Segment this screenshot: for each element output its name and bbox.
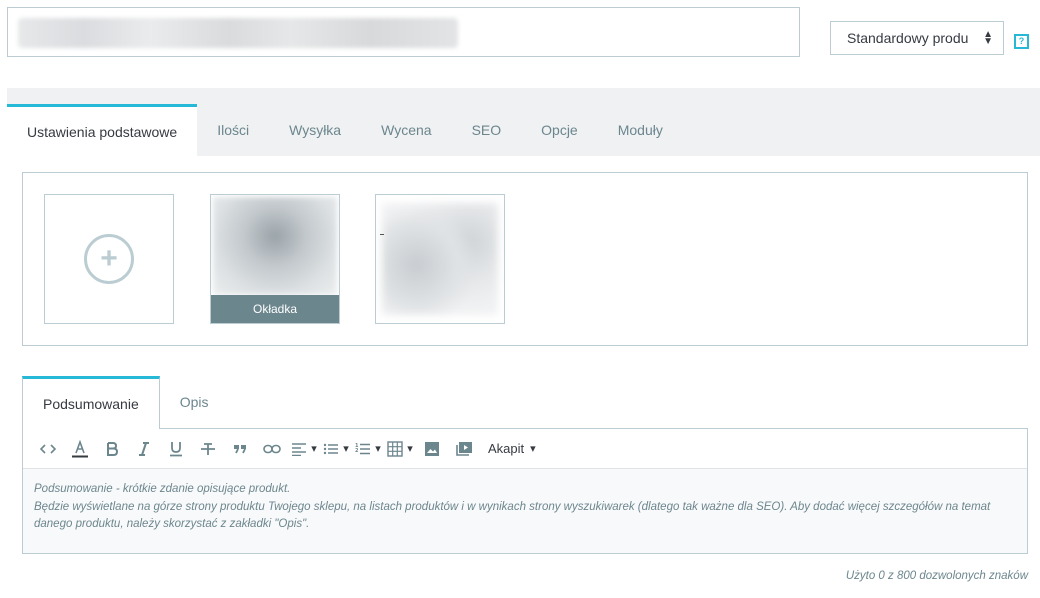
- plus-circle-icon: +: [84, 234, 134, 284]
- summary-text-area[interactable]: Podsumowanie - krótkie zdanie opisujące …: [23, 469, 1027, 553]
- image-mark: [380, 234, 384, 235]
- text-color-icon[interactable]: [64, 437, 96, 461]
- product-type-select[interactable]: Standardowy produ ▲ ▼: [830, 21, 1004, 55]
- tab-summary[interactable]: Podsumowanie: [22, 376, 160, 429]
- product-name-input[interactable]: [7, 7, 800, 57]
- tab-pricing[interactable]: Wycena: [361, 104, 451, 156]
- image-thumbnail: [213, 197, 337, 295]
- paragraph-format-dropdown[interactable]: Akapit: [480, 437, 536, 461]
- cover-label: Okładka: [211, 295, 339, 323]
- editor-toolbar: 12 Akapit: [23, 429, 1027, 469]
- align-left-icon: [292, 442, 307, 456]
- tab-options[interactable]: Opcje: [521, 104, 598, 156]
- quote-icon[interactable]: [224, 437, 256, 461]
- bullet-list-icon: [324, 443, 339, 454]
- placeholder-line-2: Będzie wyświetlane na górze strony produ…: [34, 500, 991, 531]
- product-type-value: Standardowy produ: [847, 30, 969, 46]
- add-image-button[interactable]: +: [44, 194, 174, 324]
- numbered-list-dropdown[interactable]: 12: [352, 437, 384, 461]
- character-counter: Użyto 0 z 800 dozwolonych znaków: [845, 570, 1028, 582]
- bullet-list-dropdown[interactable]: [320, 437, 352, 461]
- bold-icon[interactable]: [96, 437, 128, 461]
- summary-editor: 12 Akapit Podsumowanie - krótkie zdanie …: [22, 428, 1028, 554]
- placeholder-line-1: Podsumowanie - krótkie zdanie opisujące …: [34, 483, 291, 495]
- align-dropdown[interactable]: [288, 437, 320, 461]
- image-thumbnail: [382, 203, 498, 315]
- product-images-area: + Okładka: [22, 172, 1028, 346]
- tab-content: + Okładka Podsumowanie Opis ▾ ▾ 1 2 ▾ ▾ …: [7, 156, 1040, 598]
- table-dropdown[interactable]: [384, 437, 416, 461]
- tab-basic-settings[interactable]: Ustawienia podstawowe: [7, 104, 198, 157]
- product-name-redacted: [18, 18, 458, 48]
- image-icon[interactable]: [416, 437, 448, 461]
- table-icon: [387, 440, 403, 457]
- paragraph-format-label: Akapit: [488, 441, 525, 456]
- strikethrough-icon[interactable]: [192, 437, 224, 461]
- product-image-cover[interactable]: Okładka: [210, 194, 340, 324]
- numbered-list-icon: 12: [355, 443, 371, 454]
- tab-quantities[interactable]: Ilości: [197, 104, 269, 156]
- help-icon[interactable]: ?: [1014, 34, 1029, 49]
- tab-modules[interactable]: Moduły: [598, 104, 683, 156]
- description-tabs: Podsumowanie Opis: [22, 376, 229, 429]
- italic-icon[interactable]: [128, 437, 160, 461]
- tab-seo[interactable]: SEO: [452, 104, 522, 156]
- tab-description[interactable]: Opis: [160, 376, 229, 428]
- media-icon[interactable]: [448, 437, 480, 461]
- product-image[interactable]: [375, 194, 505, 324]
- select-arrows-icon: ▲ ▼: [983, 29, 993, 47]
- svg-text:2: 2: [355, 448, 359, 454]
- link-icon[interactable]: [256, 437, 288, 461]
- main-tabs: Ustawienia podstawowe Ilości Wysyłka Wyc…: [7, 104, 683, 157]
- code-icon[interactable]: [32, 437, 64, 461]
- underline-icon[interactable]: [160, 437, 192, 461]
- product-panel: Ustawienia podstawowe Ilości Wysyłka Wyc…: [7, 88, 1040, 598]
- tab-shipping[interactable]: Wysyłka: [269, 104, 361, 156]
